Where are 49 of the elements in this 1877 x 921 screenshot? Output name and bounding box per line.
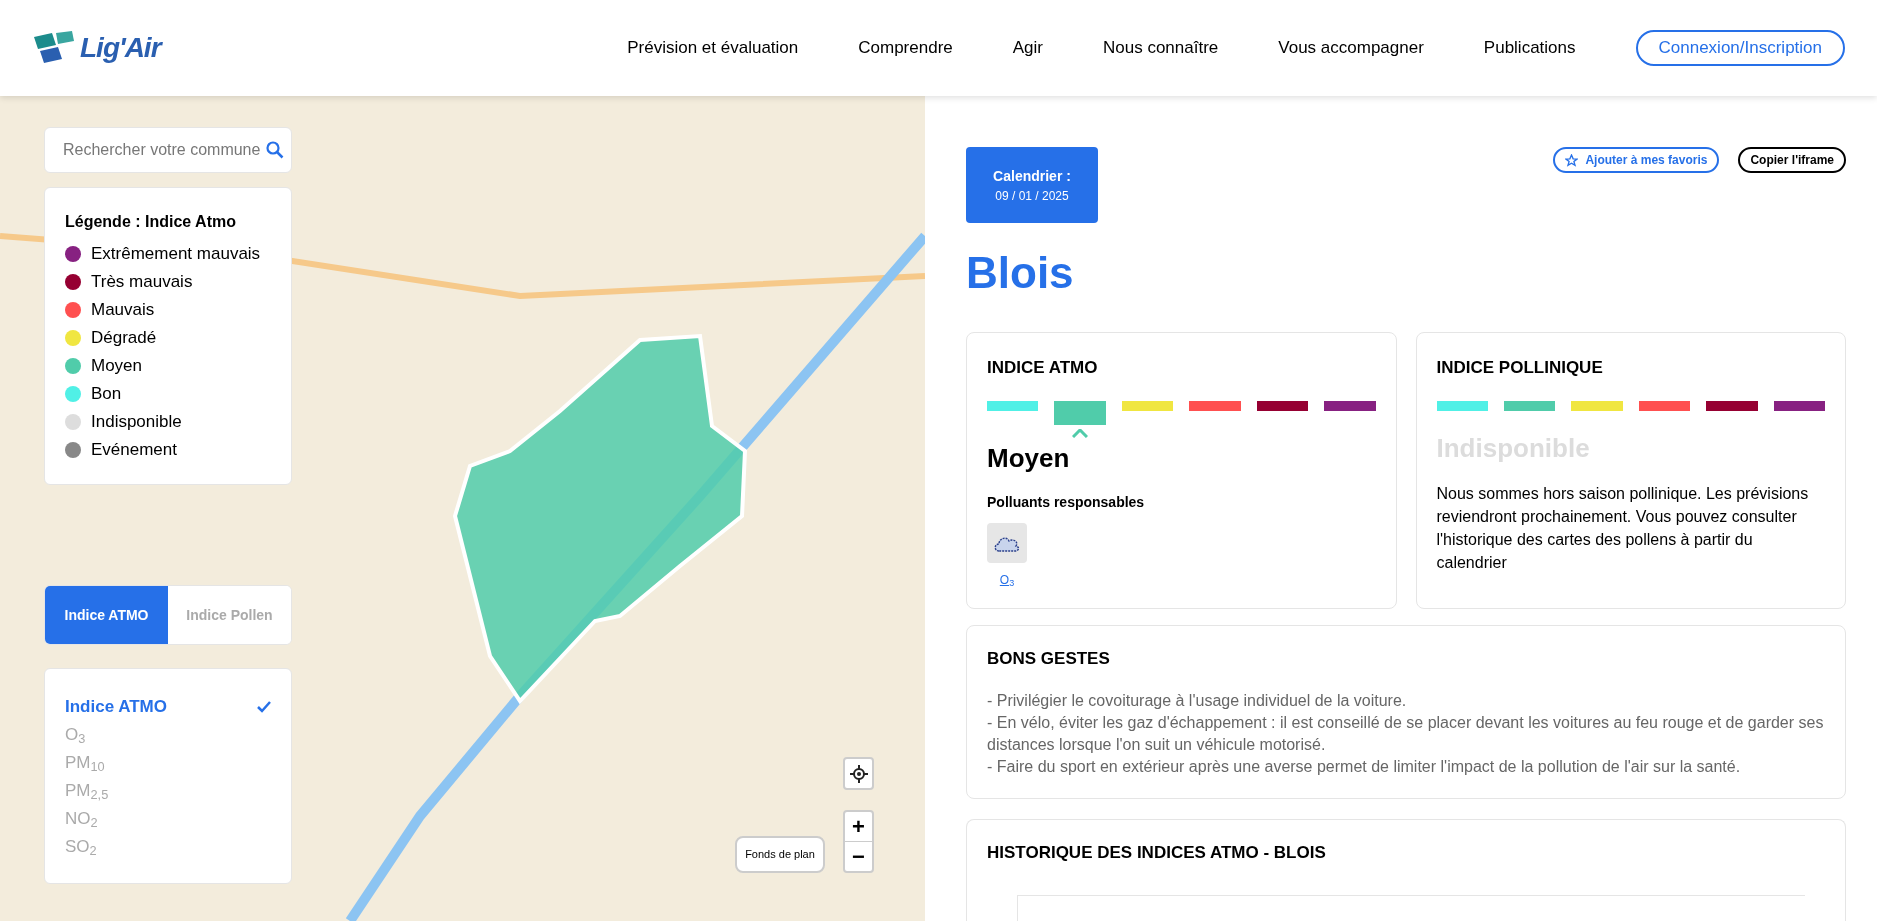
zoom-in-button[interactable]: + bbox=[845, 812, 872, 842]
legend-label: Indisponible bbox=[91, 411, 182, 434]
city-title: Blois bbox=[966, 251, 1075, 295]
legend-label: Bon bbox=[91, 383, 122, 406]
checkmark-icon bbox=[257, 701, 271, 713]
nav-link[interactable]: Nous connaître bbox=[1103, 35, 1219, 61]
card-title: BONS GESTES bbox=[987, 648, 1111, 670]
locate-button[interactable] bbox=[843, 757, 874, 790]
logo-text: Lig'Air bbox=[80, 31, 161, 65]
legend-label: Mauvais bbox=[91, 299, 155, 322]
logo-icon bbox=[32, 31, 76, 65]
legend-label: Très mauvais bbox=[91, 271, 193, 294]
card-title: HISTORIQUE DES INDICES ATMO - BLOIS bbox=[987, 841, 1327, 864]
zoom-out-button[interactable]: − bbox=[845, 842, 872, 871]
logo[interactable]: Lig'Air bbox=[32, 27, 161, 69]
star-icon bbox=[1565, 153, 1579, 167]
favorite-button[interactable]: Ajouter à mes favoris bbox=[1553, 147, 1720, 173]
tip-text: - Faire du sport en extérieur après une averse permet de limiter l'impact de la pollution de l'air sur la santé. bbox=[987, 756, 1742, 777]
nav-link[interactable]: Agir bbox=[1012, 35, 1043, 61]
legend-label: Dégradé bbox=[91, 327, 157, 350]
search-field[interactable]: Rechercher votre commune bbox=[44, 127, 292, 173]
calendar-date: 09 / 01 / 2025 bbox=[995, 187, 1069, 205]
card-title: INDICE POLLINIQUE bbox=[1436, 357, 1604, 379]
nav-link[interactable]: Prévision et évaluation bbox=[627, 35, 799, 61]
legend-title: Légende : Indice Atmo bbox=[65, 212, 237, 232]
pollutant-link[interactable]: O$_{3}$ bbox=[999, 570, 1015, 589]
card-title: INDICE ATMO bbox=[987, 357, 1099, 379]
legend-label: Extrêmement mauvais bbox=[91, 243, 261, 266]
basemap-button[interactable]: Fonds de plan bbox=[735, 836, 825, 873]
index-tab[interactable]: Indice ATMO bbox=[45, 586, 168, 644]
copy-iframe-button[interactable]: Copier l'iframe bbox=[1738, 147, 1846, 173]
nav-link[interactable]: Vous accompagner bbox=[1278, 35, 1424, 61]
layer-option[interactable]: Indice ATMO bbox=[65, 693, 271, 721]
legend-label: Moyen bbox=[91, 355, 143, 378]
tip-text: - Privilégier le covoiturage à l'usage individuel de la voiture. bbox=[987, 690, 1408, 711]
calendar-label: Calendrier : bbox=[993, 166, 1071, 186]
pollutants-title: Polluants responsables bbox=[987, 492, 1146, 512]
nav-link[interactable]: Publications bbox=[1483, 35, 1576, 61]
pollen-text: Nous sommes hors saison pollinique. Les prévisions reviendront prochainement. Vous pouvez consulter l'historique des cartes des pollens à partir du calendrier bbox=[1436, 483, 1810, 573]
legend-label: Evénement bbox=[91, 439, 177, 462]
pollutant-tile[interactable] bbox=[987, 522, 1027, 563]
tip-text: - En vélo, éviter les gaz d'échappement : il est conseillé de se placer devant les voitures au feu rouge et de garder ses distances lorsque l'on suit un véhicule motorisé. bbox=[987, 712, 1825, 755]
search-icon[interactable] bbox=[266, 141, 284, 159]
nav-link[interactable]: Comprendre bbox=[858, 35, 953, 61]
crosshair-icon bbox=[849, 764, 868, 783]
login-button[interactable]: Connexion/Inscription bbox=[1635, 30, 1845, 66]
atmo-level: Moyen bbox=[987, 441, 1071, 475]
caret-icon bbox=[1072, 428, 1089, 438]
calendar-button[interactable]: Calendrier : 09 / 01 / 2025 bbox=[966, 147, 1098, 223]
